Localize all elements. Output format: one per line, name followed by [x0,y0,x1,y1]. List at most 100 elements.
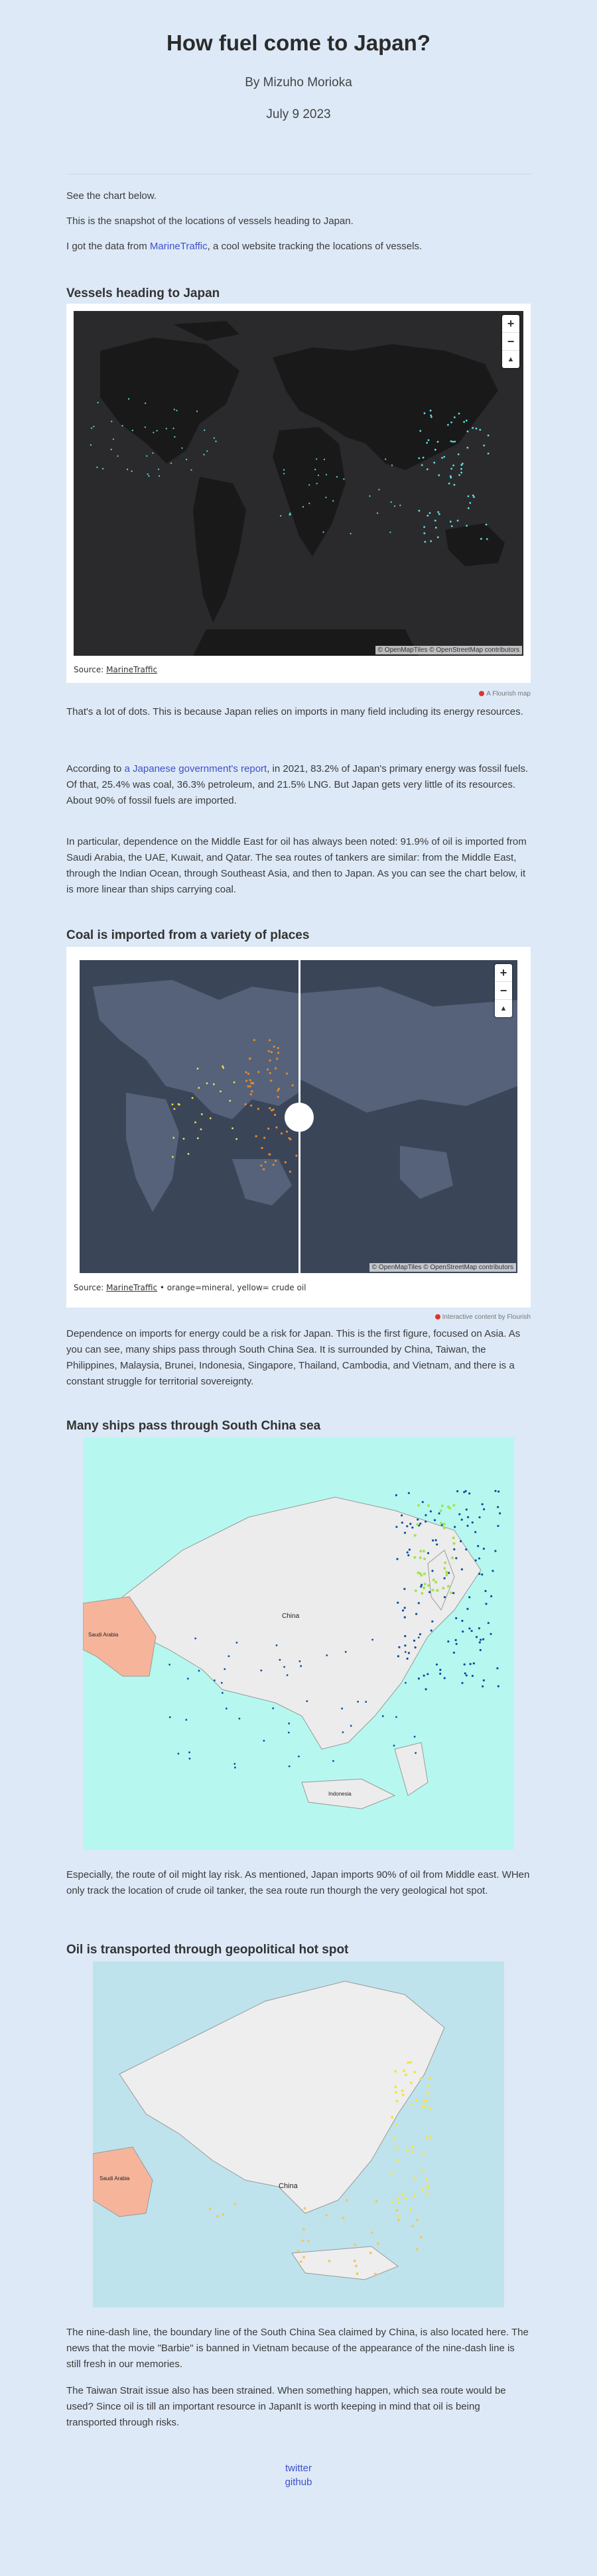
vessel-marker [482,1638,485,1640]
vessel-marker [480,1638,482,1641]
vessel-marker [462,1630,464,1633]
vessel-marker [435,1663,438,1666]
vessel-marker [405,1682,407,1684]
vessel-marker [177,1752,180,1755]
vessel-marker [247,1085,249,1087]
vessel-marker [427,2185,430,2189]
vessel-marker [289,1170,291,1173]
vessel-marker [434,1539,437,1542]
government-report-link[interactable]: a Japanese government's report [125,763,267,774]
vessel-marker [490,1632,492,1635]
section-heading-oil: Oil is transported through geopolitical … [66,1943,349,1957]
reset-view-button[interactable]: ▲ [502,351,519,368]
vessel-marker [272,1707,275,1709]
vessel-marker [302,506,304,508]
vessel-marker [466,1607,469,1611]
vessel-marker [395,2122,399,2126]
coal-map-left[interactable] [80,960,298,1273]
vessel-marker [472,1662,476,1665]
coal-zoom-in-button[interactable]: + [495,964,512,982]
vessel-marker [285,1072,289,1075]
vessel-marker [450,467,452,470]
oil-route-map: China Saudi Arabia [93,1961,504,2307]
vessel-marker [431,416,432,418]
vessel-marker [399,505,401,507]
vessel-marker [401,2089,404,2093]
vessel-marker [307,2239,310,2242]
vessel-marker [497,1524,499,1527]
compare-slider-handle[interactable] [285,1103,314,1132]
vessel-marker [279,1658,281,1661]
zoom-out-button[interactable]: − [502,333,519,351]
vessel-marker [473,496,475,498]
vessel-marker [438,1512,440,1515]
vessel-marker [460,467,462,470]
vessel-marker [298,1660,301,1662]
vessel-marker [448,482,450,485]
vessel-marker [469,1663,472,1666]
coal-reset-view-button[interactable]: ▲ [495,1000,512,1017]
vessel-marker [286,1674,289,1676]
vessel-marker [216,2215,220,2218]
vessel-marker [413,2194,416,2197]
coal-zoom-controls: + − ▲ [495,964,512,1017]
vessel-marker [469,502,472,504]
vessels-world-map[interactable]: + − ▲ © OpenMapTiles © OpenStreetMap con… [74,311,523,656]
map-attribution[interactable]: © OpenMapTiles © OpenStreetMap contribut… [375,646,522,654]
vessel-marker [249,1085,251,1088]
oil-label-china: China [279,2182,298,2190]
vessel-marker [490,1595,493,1597]
coal-source-link[interactable]: MarineTraffic [106,1283,157,1292]
section-heading-south-china-sea: Many ships pass through South China sea [66,1419,321,1433]
coal-map-right[interactable]: + − ▲ © OpenMapTiles © OpenStreetMap con… [300,960,517,1273]
vessel-marker [90,444,92,446]
vessel-marker [466,430,469,432]
vessel-marker [229,1099,232,1102]
intro-paragraph-3: I got the data from MarineTraffic, a coo… [66,239,531,255]
twitter-link[interactable]: twitter [285,2463,312,2474]
vessel-marker [376,2242,379,2245]
vessel-marker [203,454,205,456]
flourish-credit[interactable]: A Flourish map [479,690,531,698]
vessel-marker [328,2260,331,2262]
vessel-marker [391,2201,394,2204]
vessel-marker [460,1518,463,1521]
vessel-marker [426,442,429,444]
vessel-marker [492,1569,494,1572]
vessel-marker [395,2099,399,2103]
vessel-marker [158,475,161,477]
vessel-marker [430,540,432,542]
vessel-marker [406,1525,409,1528]
vessel-marker [196,1137,199,1139]
marinetraffic-link[interactable]: MarineTraffic [150,241,208,252]
vessel-marker [418,509,421,512]
coal-zoom-out-button[interactable]: − [495,982,512,1000]
coal-flourish-credit[interactable]: Interactive content by Flourish [434,1314,531,1321]
vessel-marker [144,426,146,428]
vessel-marker [463,1663,466,1666]
vessel-marker [235,1641,238,1644]
github-link[interactable]: github [285,2477,312,2488]
vessel-marker [96,466,98,468]
vessel-marker [423,2099,426,2103]
vessel-marker [436,440,439,443]
vessel-marker [460,471,462,474]
byline: By Mizuho Morioka [245,76,352,90]
source-link[interactable]: MarineTraffic [106,665,157,674]
vessel-marker [444,1561,447,1564]
body-paragraph-4: Dependence on imports for energy could b… [66,1328,521,1387]
vessel-marker [445,1573,448,1577]
vessel-marker [206,450,208,452]
vessel-marker [417,1518,419,1521]
vessel-marker [212,1083,215,1085]
vessel-marker [117,455,119,457]
vessel-marker [408,1548,411,1551]
vessel-marker [131,430,133,432]
vessel-marker [404,1644,407,1647]
vessel-marker [298,1755,300,1758]
vessel-marker [443,1577,446,1579]
coal-map-attribution[interactable]: © OpenMapTiles © OpenStreetMap contribut… [369,1263,516,1272]
vessel-marker [461,1619,464,1623]
zoom-in-button[interactable]: + [502,315,519,333]
vessel-marker [147,473,149,475]
